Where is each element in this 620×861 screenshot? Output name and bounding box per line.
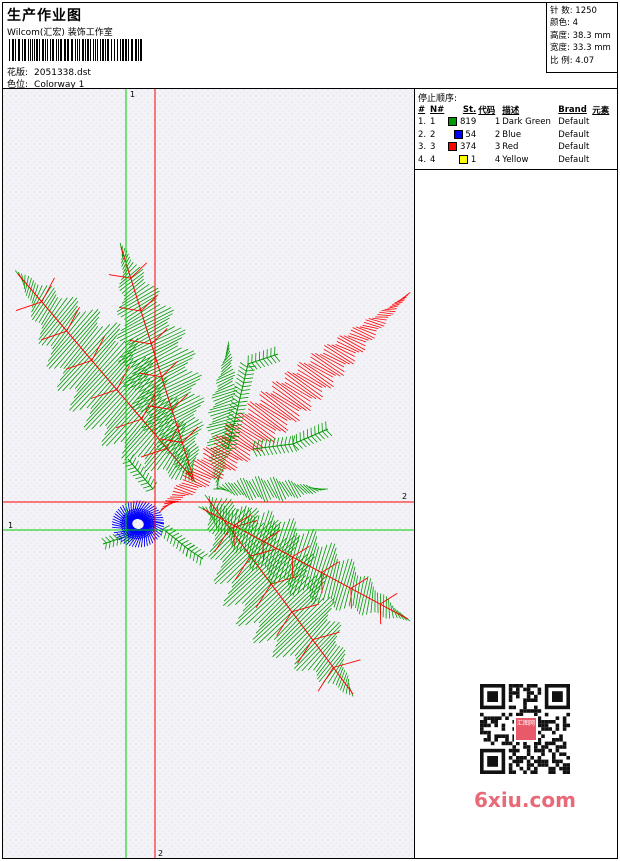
table-header-row: # N# St. 代码 描述 Brand 元素	[418, 105, 610, 116]
watermark-brand: 6xiu.com	[474, 788, 576, 812]
spec-width: 宽度: 33.3 mm	[550, 43, 611, 54]
stop-sequence-box: 停止顺序: # N# St. 代码 描述 Brand 元素 1. 1 819 1…	[415, 89, 618, 170]
table-row: 2. 2 54 2 Blue Default	[418, 129, 590, 140]
axis-label-bottom: 2	[158, 849, 164, 858]
seal-stamp: 汇图网	[514, 716, 538, 742]
sheet-header: 生产作业图 Wilcom(汇宏) 装饰工作室 花版: 2051338.dst 色位…	[3, 3, 617, 90]
color-swatch	[448, 117, 458, 127]
color-swatch	[453, 129, 463, 139]
sheet-title: 生产作业图	[7, 8, 82, 24]
table-row: 4. 4 1 4 Yellow Default	[418, 154, 590, 165]
barcode-icon	[9, 39, 142, 61]
company-name: Wilcom(汇宏) 装饰工作室	[7, 28, 113, 38]
spec-stitches: 针 数: 1250	[550, 6, 597, 16]
color-swatch	[448, 142, 458, 152]
axis-label-left: 1	[8, 521, 14, 530]
design-canvas[interactable]: 1 2 1 2	[3, 89, 414, 858]
specs-box: 针 数: 1250 颜色: 4 高度: 38.3 mm 宽度: 33.3 mm …	[546, 3, 617, 73]
stop-sequence-table: # N# St. 代码 描述 Brand 元素 1. 1 819 1 Dark …	[417, 104, 615, 166]
stop-sequence-title: 停止顺序:	[418, 94, 458, 104]
axis-label-right: 2	[402, 492, 408, 501]
axis-label-top: 1	[130, 90, 136, 99]
table-row: 1. 1 819 1 Dark Green Default	[418, 117, 590, 128]
spec-scale: 比 例: 4.07	[550, 55, 595, 66]
embroidery-preview	[3, 89, 414, 858]
qr-code-icon: 汇图网	[468, 680, 580, 780]
spec-colors: 颜色: 4	[550, 18, 578, 29]
spec-height: 高度: 38.3 mm	[550, 30, 611, 41]
table-row: 3. 3 374 3 Red Default	[418, 142, 590, 153]
color-swatch	[459, 154, 469, 164]
